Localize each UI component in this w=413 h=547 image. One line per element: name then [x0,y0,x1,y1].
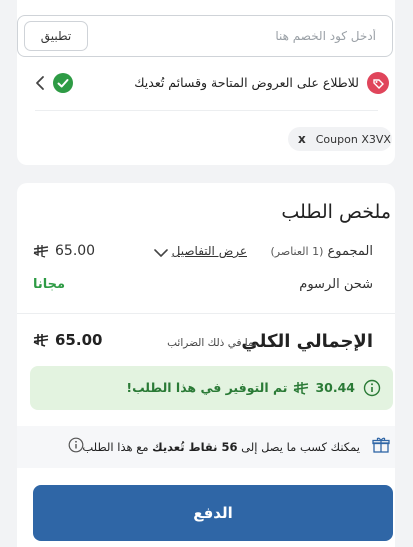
info-icon [363,379,381,397]
shipping-label: شحن الرسوم [299,277,373,292]
divider [17,313,395,314]
coupon-input[interactable] [116,16,376,56]
divider [35,110,378,111]
total-row: الإجمالي الكلي بما في ذلك الضرائب 65.00 [17,329,395,353]
pay-button[interactable]: الدفع [33,485,393,541]
coupon-field: تطبيق [17,15,393,57]
total-tax-note: بما في ذلك الضرائب [167,337,257,349]
coupon-tag-icon [367,72,389,94]
total-amount: 65.00 [33,331,102,349]
shipping-row: شحن الرسوم مجانا [17,274,395,298]
subtotal-amount: 65.00 [33,243,95,259]
gift-icon [372,437,390,453]
applied-coupon-chip: x Coupon X3VX [288,127,392,151]
info-icon[interactable] [68,437,84,453]
points-text: يمكنك كسب ما يصل إلى 56 نقاط تُعديك مع ه… [82,440,360,454]
view-details-link[interactable]: عرض التفاصيل [172,244,247,258]
subtotal-label: المجموع (1 العناصر) [270,244,374,259]
remove-coupon-button[interactable]: x [298,132,306,146]
savings-text: 30.44 تم التوفير في هذا الطلب! [126,380,355,395]
riyal-icon [33,334,49,347]
loyalty-points-band: يمكنك كسب ما يصل إلى 56 نقاط تُعديك مع ه… [17,426,395,468]
riyal-icon [33,245,49,258]
check-circle-icon [53,73,73,93]
riyal-icon [294,381,309,395]
applied-coupon-code: Coupon X3VX [315,132,391,146]
subtotal-row: المجموع (1 العناصر) عرض التفاصيل 65.00 [17,241,395,265]
chevron-left-icon[interactable] [33,75,47,91]
chevron-down-icon[interactable] [153,247,169,259]
apply-coupon-button[interactable]: تطبيق [24,21,88,51]
shipping-value: مجانا [33,277,66,292]
summary-title: ملخص الطلب [281,201,391,223]
savings-banner: 30.44 تم التوفير في هذا الطلب! [30,366,393,410]
offers-text: للاطلاع على العروض المتاحة وقسائم تُعديك [134,75,359,90]
total-label: الإجمالي الكلي [241,331,373,352]
offers-row[interactable]: للاطلاع على العروض المتاحة وقسائم تُعديك [17,68,393,98]
